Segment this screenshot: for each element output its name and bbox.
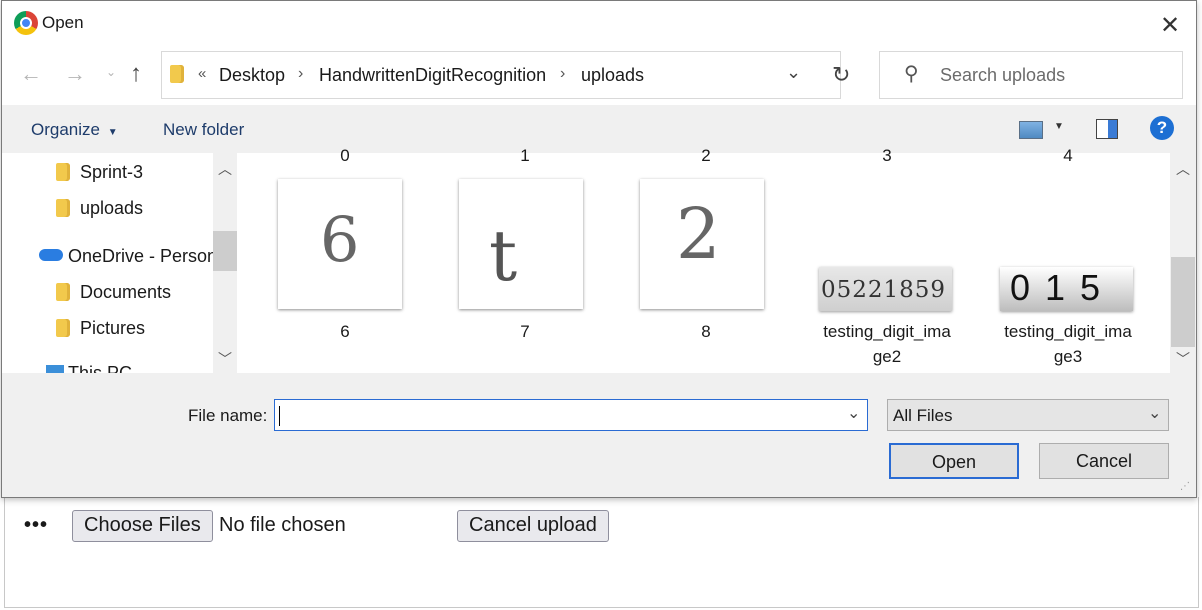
up-arrow-icon[interactable]: ↑ [130,60,142,88]
thumbnail-digits: 015 [1010,267,1116,308]
scrollbar-thumb[interactable] [213,231,237,271]
nav-item-uploads[interactable]: uploads [80,198,143,219]
text-cursor [279,406,280,426]
open-button[interactable]: Open [889,443,1019,479]
folder-icon [56,199,70,217]
file-label-line: testing_digit_ima [1004,322,1132,341]
file-label-8[interactable]: 8 [631,319,781,344]
scroll-up-icon[interactable]: ︿ [218,159,232,179]
recent-locations-chevron-icon[interactable]: ⌄ [106,65,116,79]
new-folder-button[interactable]: New folder [163,120,244,140]
navigation-pane: Sprint-3 uploads OneDrive - Person Docum… [2,153,213,373]
scroll-down-icon[interactable]: ﹀ [218,349,232,369]
more-options-button[interactable]: ••• [24,514,48,537]
dialog-footer: File name: ⌄ All Files ⌄ Open Cancel ⋰ [2,373,1196,497]
file-label-7[interactable]: 7 [450,319,600,344]
file-label-0[interactable]: 0 [270,143,420,168]
file-thumbnail-6[interactable]: 6 [278,179,402,309]
chrome-icon [14,11,38,35]
file-label-testing-digit-image3[interactable]: testing_digit_ima ge3 [993,319,1143,369]
scrollbar-thumb[interactable] [1171,257,1195,347]
nav-item-sprint-3[interactable]: Sprint-3 [80,162,143,183]
file-name-dropdown-chevron-icon[interactable]: ⌄ [847,403,860,423]
dialog-title: Open [42,13,84,32]
nav-item-pictures[interactable]: Pictures [80,318,145,339]
breadcrumb-overflow[interactable]: « [198,65,206,82]
thumbnail-digit: 6 [320,203,360,276]
breadcrumb-handwrittendigitrecognition[interactable]: HandwrittenDigitRecognition [319,65,546,86]
navigation-bar: ← → ⌄ ↑ « Desktop › HandwrittenDigitReco… [2,47,1196,105]
view-options-caret-icon[interactable]: ▼ [1054,121,1064,132]
breadcrumb-desktop[interactable]: Desktop [219,65,285,86]
onedrive-icon [39,249,63,261]
nav-item-this-pc[interactable]: This PC [68,363,132,373]
file-label-1[interactable]: 1 [450,143,600,168]
address-dropdown-chevron-icon[interactable]: ⌄ [786,62,801,83]
file-thumbnail-testing-digit-image2[interactable]: 05221859 [819,267,952,311]
thumbnail-digits: 05221859 [821,277,947,303]
resize-grip-icon[interactable]: ⋰ [1180,481,1190,492]
content-area: Sprint-3 uploads OneDrive - Person Docum… [2,146,1196,373]
breadcrumb-uploads[interactable]: uploads [581,65,644,86]
cancel-button[interactable]: Cancel [1039,443,1169,479]
search-icon: ⚲ [904,63,919,85]
folder-icon [56,283,70,301]
thumbnail-digit: 2 [676,193,721,275]
file-thumbnail-8[interactable]: 2 [640,179,764,309]
file-label-line: testing_digit_ima [823,322,951,341]
thumbnail-digit: t [489,215,518,297]
help-icon[interactable]: ? [1150,116,1174,140]
file-name-input[interactable]: ⌄ [274,399,868,431]
search-box[interactable]: ⚲ Search uploads [879,51,1183,99]
file-label-4[interactable]: 4 [993,143,1143,168]
file-name-label: File name: [188,406,268,425]
back-arrow-icon[interactable]: ← [20,61,42,87]
cancel-upload-button[interactable]: Cancel upload [457,510,609,542]
file-thumbnail-testing-digit-image3[interactable]: 015 [1000,267,1133,311]
dropdown-caret-icon: ▼ [107,127,118,138]
file-label-3[interactable]: 3 [812,143,962,168]
address-bar[interactable]: « Desktop › HandwrittenDigitRecognition … [161,51,979,99]
organize-label: Organize [31,120,100,139]
no-file-chosen-text: No file chosen [219,514,346,536]
file-type-select[interactable]: All Files ⌄ [887,399,1169,431]
organize-button[interactable]: Organize ▼ [31,120,118,140]
folder-icon [170,65,184,83]
refresh-icon[interactable]: ↻ [832,62,850,88]
scroll-down-icon[interactable]: ﹀ [1176,349,1190,369]
pc-icon [46,365,64,373]
nav-pane-scrollbar[interactable]: ︿ ﹀ [213,153,237,373]
search-placeholder: Search uploads [940,65,1066,85]
change-view-icon[interactable] [1019,121,1043,139]
file-label-2[interactable]: 2 [631,143,781,168]
choose-files-button[interactable]: Choose Files [72,510,213,542]
file-label-6[interactable]: 6 [270,319,420,344]
chevron-right-icon[interactable]: › [560,65,565,83]
file-thumbnail-7[interactable]: t [459,179,583,309]
file-list-scrollbar[interactable]: ︿ ﹀ [1170,153,1196,373]
title-bar: Open ✕ [2,1,1196,47]
chevron-right-icon[interactable]: › [298,65,303,83]
open-file-dialog: Open ✕ ← → ⌄ ↑ « Desktop › HandwrittenDi… [1,0,1197,498]
preview-pane-icon[interactable] [1096,119,1118,139]
scroll-up-icon[interactable]: ︿ [1176,159,1190,179]
close-icon[interactable]: ✕ [1160,11,1180,40]
file-label-testing-digit-image2[interactable]: testing_digit_ima ge2 [812,319,962,369]
folder-icon [56,163,70,181]
file-label-line: ge3 [1053,347,1083,366]
nav-item-documents[interactable]: Documents [80,282,171,303]
file-type-value: All Files [893,406,953,425]
folder-icon [56,319,70,337]
file-label-line: ge2 [872,347,902,366]
forward-arrow-icon[interactable]: → [64,61,86,87]
nav-item-onedrive[interactable]: OneDrive - Person [68,246,213,267]
file-type-chevron-icon[interactable]: ⌄ [1148,403,1161,423]
